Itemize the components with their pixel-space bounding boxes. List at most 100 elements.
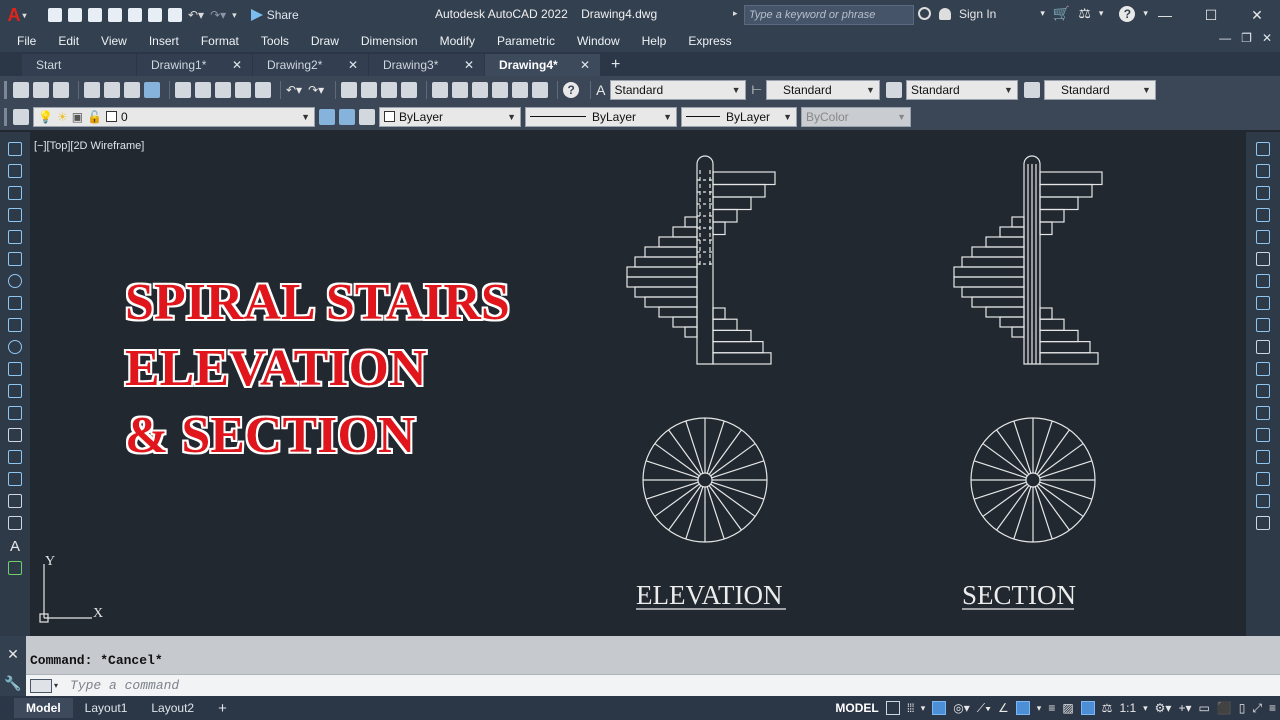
undo-icon[interactable]: ↶▾ — [286, 83, 302, 97]
stretch-icon[interactable] — [1256, 318, 1270, 332]
join-icon[interactable] — [1256, 428, 1270, 442]
command-prompt-icon[interactable] — [30, 678, 52, 693]
customize-qa-icon[interactable]: ▾ — [232, 10, 237, 21]
construction-line-icon[interactable] — [8, 164, 22, 178]
tab-close-icon[interactable]: ✕ — [348, 58, 358, 72]
tab-close-icon[interactable]: ✕ — [464, 58, 474, 72]
minimize-button[interactable]: — — [1142, 0, 1188, 30]
arc-icon[interactable] — [8, 252, 22, 266]
command-customize-icon[interactable]: 🔧 — [4, 675, 21, 692]
toolbar-grip[interactable] — [4, 107, 7, 126]
extend-icon[interactable] — [1256, 362, 1270, 376]
lineweight-toggle-icon[interactable]: ≡ — [1048, 701, 1055, 715]
clean-screen-icon[interactable]: ⤢ — [1252, 701, 1262, 716]
plot-icon[interactable] — [84, 81, 100, 98]
doc-minimize-button[interactable]: — — [1219, 31, 1231, 45]
units-icon[interactable]: ▭ — [1198, 701, 1209, 715]
layer-dropdown[interactable]: 💡 ☀ ▣ 🔓 0 ▼ — [33, 106, 315, 127]
workspace-icon[interactable]: ⚙▾ — [1155, 701, 1172, 715]
new-layout-icon[interactable]: + — [206, 698, 239, 718]
undo-icon[interactable]: ↶▾ — [188, 8, 204, 22]
table-style-icon[interactable] — [885, 81, 902, 98]
insert-block-icon[interactable] — [8, 384, 22, 398]
share-button[interactable]: Share — [250, 8, 299, 22]
new-tab-icon[interactable]: + — [611, 54, 620, 76]
dim-style-icon[interactable]: ⊢ — [752, 83, 762, 97]
break-icon[interactable] — [1256, 406, 1270, 420]
tab-start[interactable]: Start — [22, 54, 137, 76]
help-icon[interactable]: ? — [1119, 5, 1136, 22]
osnap-dropdown-icon[interactable]: ▾ — [1037, 703, 1042, 714]
toolbar-grip[interactable] — [4, 80, 7, 99]
zoom-previous-icon[interactable] — [401, 81, 418, 98]
scale-icon[interactable] — [1256, 296, 1270, 310]
model-space-button[interactable]: MODEL — [835, 701, 878, 715]
point-icon[interactable] — [8, 428, 22, 442]
command-line[interactable]: ▾ Type a command — [26, 674, 1280, 696]
polar-icon[interactable]: ◎▾ — [953, 701, 970, 715]
chamfer-icon[interactable] — [1256, 450, 1270, 464]
mleader-style-icon[interactable] — [1023, 81, 1040, 98]
markup-icon[interactable] — [512, 81, 529, 98]
sheet-set-icon[interactable] — [492, 81, 509, 98]
blend-curves-icon[interactable] — [1256, 494, 1270, 508]
tab-drawing4[interactable]: Drawing4* ✕ — [485, 54, 601, 76]
layout-tab-model[interactable]: Model — [14, 698, 73, 718]
doc-close-button[interactable]: ✕ — [1262, 31, 1272, 45]
customization-icon[interactable]: ≡ — [1269, 701, 1276, 715]
recent-commands-icon[interactable]: ▾ — [54, 681, 58, 690]
search-input[interactable]: Type a keyword or phrase — [744, 5, 914, 25]
design-center-icon[interactable] — [452, 81, 469, 98]
help-icon[interactable]: ? — [563, 81, 580, 98]
linetype-dropdown[interactable]: ByLayer ▼ — [525, 106, 677, 127]
menu-view[interactable]: View — [101, 34, 127, 48]
layer-previous-icon[interactable] — [339, 108, 355, 125]
layout-tab-layout1[interactable]: Layout1 — [73, 698, 140, 718]
redo-icon[interactable]: ↷▾ — [308, 83, 324, 97]
annotation-scale-value[interactable]: 1:1 — [1119, 701, 1136, 715]
publish-icon[interactable] — [124, 81, 140, 98]
object-snap-icon[interactable] — [1015, 701, 1030, 715]
offset-icon[interactable] — [1256, 208, 1270, 222]
gradient-icon[interactable] — [8, 472, 22, 486]
hatch-icon[interactable] — [8, 450, 22, 464]
close-button[interactable]: ✕ — [1234, 0, 1280, 30]
lineweight-dropdown[interactable]: ByLayer ▼ — [681, 106, 797, 127]
grid-icon[interactable] — [885, 701, 900, 715]
save-icon[interactable] — [88, 8, 102, 22]
make-block-icon[interactable] — [8, 406, 22, 420]
plot-icon[interactable] — [168, 8, 182, 22]
calculator-icon[interactable] — [532, 81, 549, 98]
object-snap-tracking-icon[interactable]: ∠ — [998, 701, 1009, 715]
annotation-visibility-icon[interactable] — [1080, 701, 1095, 715]
menu-file[interactable]: File — [17, 34, 36, 48]
save-icon[interactable] — [53, 81, 69, 98]
command-close-icon[interactable]: ✕ — [7, 646, 19, 663]
snap-icon[interactable]: ⁞⁞⁞ — [907, 701, 915, 715]
rotate-icon[interactable] — [1256, 274, 1270, 288]
match-properties-icon[interactable] — [235, 81, 251, 98]
auto-scale-icon[interactable]: ⚖ — [1102, 701, 1113, 715]
isodraft-icon[interactable]: ⟋▾ — [977, 701, 991, 716]
layout-tab-layout2[interactable]: Layout2 — [139, 698, 206, 718]
mleader-style-dropdown[interactable]: Standard ▼ — [1043, 79, 1156, 100]
new-icon[interactable] — [48, 8, 62, 22]
snap-dropdown-icon[interactable]: ▾ — [921, 703, 926, 714]
open-icon[interactable] — [33, 81, 49, 98]
tab-drawing3[interactable]: Drawing3* ✕ — [369, 54, 485, 76]
zoom-realtime-icon[interactable] — [361, 81, 378, 98]
signin-dropdown-icon[interactable]: ▾ — [1040, 8, 1045, 19]
transparency-icon[interactable]: ▨ — [1062, 701, 1073, 715]
menu-express[interactable]: Express — [688, 34, 731, 48]
menu-help[interactable]: Help — [642, 34, 667, 48]
signin-button[interactable]: Sign In — [959, 7, 996, 21]
region-icon[interactable] — [8, 494, 22, 508]
maximize-button[interactable]: ☐ — [1188, 0, 1234, 30]
zoom-window-icon[interactable] — [381, 81, 398, 98]
menu-tools[interactable]: Tools — [261, 34, 289, 48]
polygon-icon[interactable] — [8, 208, 22, 222]
dim-style-dropdown[interactable]: Standard ▼ — [765, 79, 880, 100]
revision-cloud-icon[interactable] — [8, 296, 22, 310]
save-as-icon[interactable] — [108, 8, 122, 22]
text-style-dropdown[interactable]: Standard ▼ — [609, 79, 746, 100]
